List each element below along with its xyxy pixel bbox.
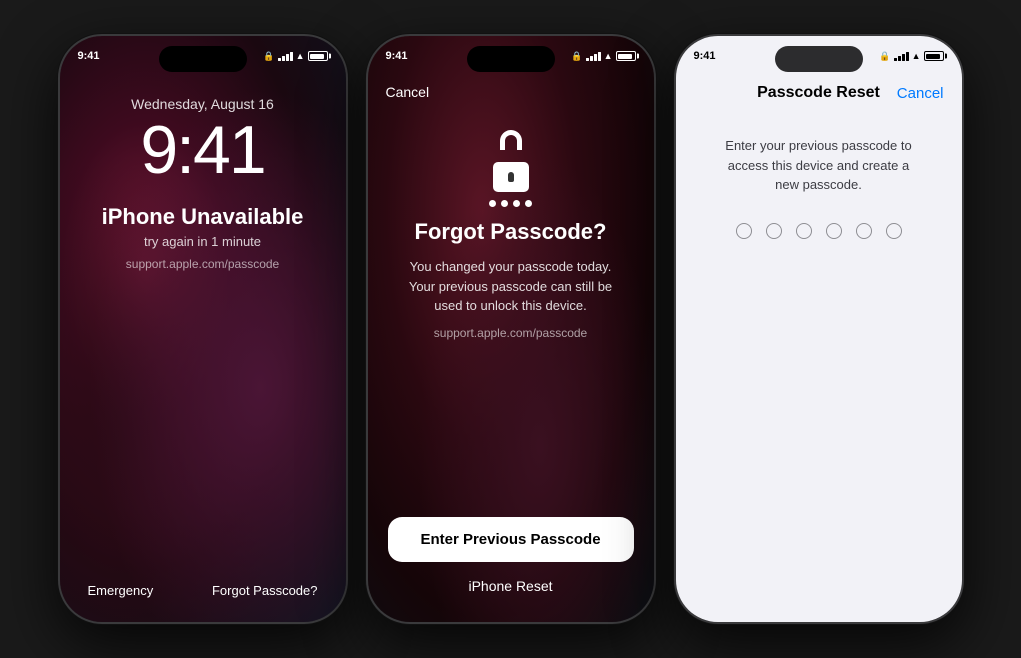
lock-shackle [500, 130, 522, 150]
forgot-passcode-button[interactable]: Forgot Passcode? [212, 583, 318, 598]
lock-icon-3: 🔒 [879, 51, 890, 62]
status-time-2: 9:41 [386, 50, 416, 62]
emergency-button[interactable]: Emergency [88, 583, 154, 598]
reset-content: Enter your previous passcode to access t… [676, 36, 962, 622]
wifi-icon: ▲ [296, 51, 305, 61]
battery-fill [310, 54, 324, 59]
signal-bars-2 [586, 51, 601, 61]
phone-1: 9:41 🔒 ▲ Wednesday, August 16 9:41 iPhon… [58, 34, 348, 624]
lock-dots [489, 200, 532, 207]
status-icons-3: 🔒 ▲ [879, 51, 943, 62]
dynamic-island-3 [775, 46, 863, 72]
unavailable-subtitle: try again in 1 minute [144, 234, 261, 249]
status-time-1: 9:41 [78, 50, 108, 62]
lock-dot-4 [525, 200, 532, 207]
lock-icon-2: 🔒 [571, 51, 582, 62]
passcode-circle-5 [856, 223, 872, 239]
forgot-title: Forgot Passcode? [415, 219, 607, 245]
lock-body [493, 162, 529, 192]
phone-3: 9:41 🔒 ▲ Passcode Reset Cancel Enter you… [674, 34, 964, 624]
wifi-icon-3: ▲ [912, 51, 921, 61]
dynamic-island-2 [467, 46, 555, 72]
status-time-3: 9:41 [694, 50, 724, 62]
forgot-support-link: support.apple.com/passcode [434, 326, 587, 340]
support-link-1: support.apple.com/passcode [126, 257, 279, 271]
forgot-description: You changed your passcode today. Your pr… [368, 257, 654, 316]
status-icons-2: 🔒 ▲ [571, 51, 635, 62]
enter-previous-passcode-button[interactable]: Enter Previous Passcode [388, 517, 634, 562]
signal-bars-3 [894, 51, 909, 61]
status-icons-1: 🔒 ▲ [263, 51, 327, 62]
wifi-icon-2: ▲ [604, 51, 613, 61]
battery-icon-3 [924, 51, 944, 61]
passcode-circle-1 [736, 223, 752, 239]
phone-2: 9:41 🔒 ▲ Cancel [366, 34, 656, 624]
dynamic-island [159, 46, 247, 72]
battery-icon [308, 51, 328, 61]
lock-icon-large [489, 146, 532, 207]
battery-icon-2 [616, 51, 636, 61]
unavailable-title: iPhone Unavailable [102, 204, 304, 230]
lock-dot-3 [513, 200, 520, 207]
lock-time: 9:41 [140, 116, 264, 184]
iphone-reset-button[interactable]: iPhone Reset [368, 578, 654, 594]
bottom-buttons: Emergency Forgot Passcode? [60, 583, 346, 598]
passcode-circle-2 [766, 223, 782, 239]
reset-description: Enter your previous passcode to access t… [676, 136, 962, 195]
passcode-circle-6 [886, 223, 902, 239]
lockscreen-content: Wednesday, August 16 9:41 iPhone Unavail… [60, 36, 346, 622]
battery-fill-3 [926, 54, 940, 59]
lock-keyhole [508, 172, 514, 182]
passcode-circle-3 [796, 223, 812, 239]
lock-date: Wednesday, August 16 [131, 96, 274, 112]
passcode-circles [736, 223, 902, 239]
lock-dot-2 [501, 200, 508, 207]
battery-fill-2 [618, 54, 632, 59]
lock-dot-1 [489, 200, 496, 207]
signal-bars [278, 51, 293, 61]
passcode-circle-4 [826, 223, 842, 239]
lock-icon: 🔒 [263, 51, 274, 62]
